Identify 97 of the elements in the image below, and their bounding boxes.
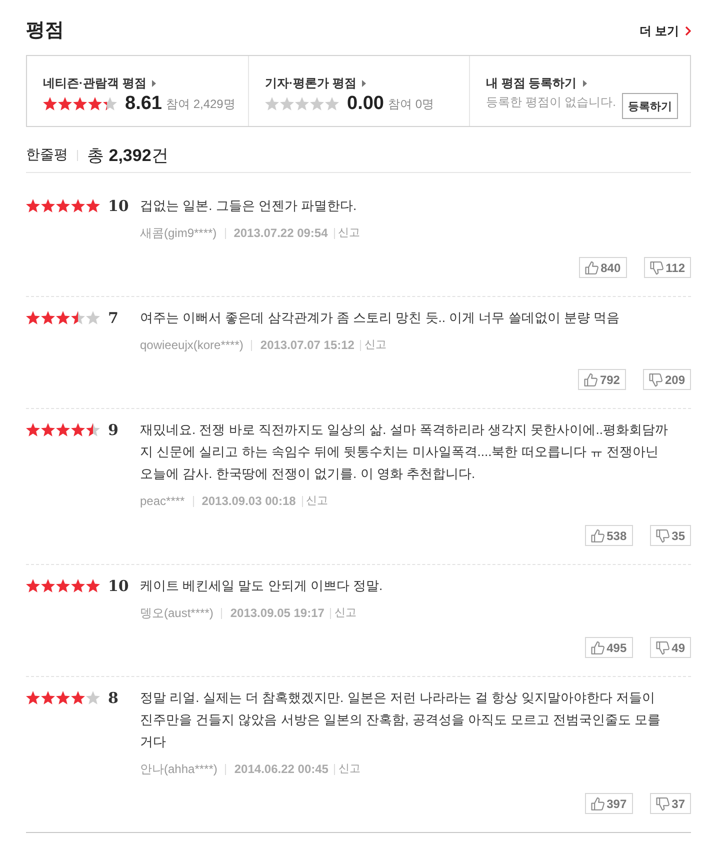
star-icon (41, 199, 55, 213)
star-icon (26, 199, 40, 213)
dislike-button[interactable]: 112 (644, 257, 691, 278)
star-icon (71, 691, 85, 705)
star-icon (71, 199, 85, 213)
star-icon (58, 97, 72, 111)
thumbs-up-icon (590, 796, 605, 810)
star-icon (265, 97, 279, 111)
star-icon (280, 97, 294, 111)
report-link[interactable]: 신고 (338, 761, 360, 777)
caret-icon (362, 80, 366, 86)
more-link[interactable]: 더 보기 (640, 22, 691, 40)
thumbs-down-icon (648, 372, 663, 386)
star-icon (56, 311, 70, 325)
star-icon (295, 97, 309, 111)
report-link[interactable]: 신고 (306, 493, 328, 509)
thumbs-down-icon (656, 796, 670, 810)
star-icon (103, 97, 117, 111)
thumbs-down-icon (656, 640, 670, 654)
caret-icon (152, 80, 156, 86)
like-button[interactable]: 397 (584, 793, 633, 814)
like-button[interactable]: 840 (578, 257, 627, 278)
review-total: 총 2,392건 (87, 144, 168, 166)
rating-category-link[interactable]: 기자·평론가 평점 (265, 75, 366, 91)
participant-count: 참여 0명 (388, 96, 434, 112)
chevron-icon (685, 26, 691, 36)
dislike-button[interactable]: 49 (650, 637, 691, 658)
review-date: 2013.07.07 15:12 (260, 337, 354, 353)
rating-category-link[interactable]: 내 평점 등록하기 (486, 75, 587, 91)
star-icon (86, 423, 100, 437)
star-icon (26, 311, 40, 325)
star-icon (26, 423, 40, 437)
report-link[interactable]: 신고 (334, 605, 356, 621)
review-date: 2014.06.22 00:45 (234, 761, 328, 777)
star-icon (26, 579, 40, 593)
report-link[interactable]: 신고 (338, 225, 360, 241)
star-icon (71, 423, 85, 437)
review-score: 9 (108, 421, 118, 439)
review-author: 안나(ahha****) (140, 761, 218, 777)
rating-category-link[interactable]: 네티즌·관람객 평점 (43, 75, 156, 91)
star-icon (56, 423, 70, 437)
like-button[interactable]: 538 (584, 525, 633, 546)
review-date: 2013.07.22 09:54 (234, 225, 328, 241)
like-button[interactable]: 495 (584, 637, 633, 658)
review-date: 2013.09.03 00:18 (202, 493, 296, 509)
review-text: 케이트 베킨세일 말도 안되게 이쁘다 정말. (140, 577, 384, 595)
star-icon (86, 199, 100, 213)
average-score: 8.61 (125, 93, 162, 115)
thumbs-up-icon (590, 528, 605, 542)
thumbs-up-icon (584, 260, 599, 274)
star-icon (41, 311, 55, 325)
review-score: 7 (108, 309, 118, 327)
caret-icon (582, 80, 587, 86)
review-author: peac**** (140, 493, 185, 509)
review-score: 8 (108, 689, 118, 707)
star-icon (41, 423, 55, 437)
review-author: 뎅오(aust****) (140, 605, 214, 621)
star-icon (26, 691, 40, 705)
dislike-button[interactable]: 209 (642, 369, 691, 390)
star-icon (86, 691, 100, 705)
star-icon (43, 97, 57, 111)
no-rating-message: 등록한 평점이 없습니다. (486, 94, 616, 111)
dislike-button[interactable]: 37 (650, 793, 691, 814)
star-icon (88, 97, 102, 111)
review-text: 재밌네요. 전쟁 바로 직전까지도 일상의 삶. 설마 폭격하리라 생각지 못한사이에..평화회담까지 신문에 실리고 하는 속임수 뒤에 뒷통수치는 미사일폭격....북한 떠오릅니다 ㅠ 전쟁아닌 오늘에 감사. 한국땅에 전쟁이 없기를. 이 영화 추천합니다. (140, 421, 669, 483)
review-score: 10 (108, 197, 129, 215)
report-link[interactable]: 신고 (364, 337, 386, 353)
review-author: 새콤(gim9****) (140, 225, 217, 241)
star-icon (325, 97, 339, 111)
participant-count: 참여 2,429명 (166, 96, 236, 112)
thumbs-down-icon (656, 528, 670, 542)
star-icon (41, 579, 55, 593)
review-text: 정말 리얼. 실제는 더 참혹했겠지만. 일본은 저런 나라라는 걸 항상 잊지말아야한다 저들이 진주만을 건들지 않았음 서방은 일본의 잔혹함, 공격성을 아직도 모르고 전범국인줄도 모를 거다 (140, 689, 662, 751)
review-author: qowieeujx(kore****) (140, 337, 244, 353)
register-button[interactable]: 등록하기 (622, 93, 678, 119)
star-icon (73, 97, 87, 111)
star-icon (310, 97, 324, 111)
star-icon (56, 199, 70, 213)
star-icon (56, 579, 70, 593)
review-text: 겁없는 일본. 그들은 언젠가 파멸한다. (140, 197, 358, 215)
star-icon (71, 579, 85, 593)
section-title: 평점 (26, 19, 64, 43)
thumbs-up-icon (590, 640, 605, 654)
thumbs-up-icon (584, 372, 598, 386)
average-score: 0.00 (347, 93, 384, 115)
thumbs-down-icon (650, 260, 664, 274)
like-button[interactable]: 792 (578, 369, 626, 390)
review-score: 10 (108, 577, 129, 595)
reviews-title: 한줄평 (26, 146, 68, 164)
star-icon (56, 691, 70, 705)
dislike-button[interactable]: 35 (650, 525, 691, 546)
review-text: 여주는 이뻐서 좋은데 삼각관계가 좀 스토리 망친 듯.. 이게 너무 쓸데없이 분량 먹음 (140, 309, 621, 327)
star-icon (86, 311, 100, 325)
review-date: 2013.09.05 19:17 (230, 605, 324, 621)
star-icon (41, 691, 55, 705)
star-icon (71, 311, 85, 325)
star-icon (86, 579, 100, 593)
